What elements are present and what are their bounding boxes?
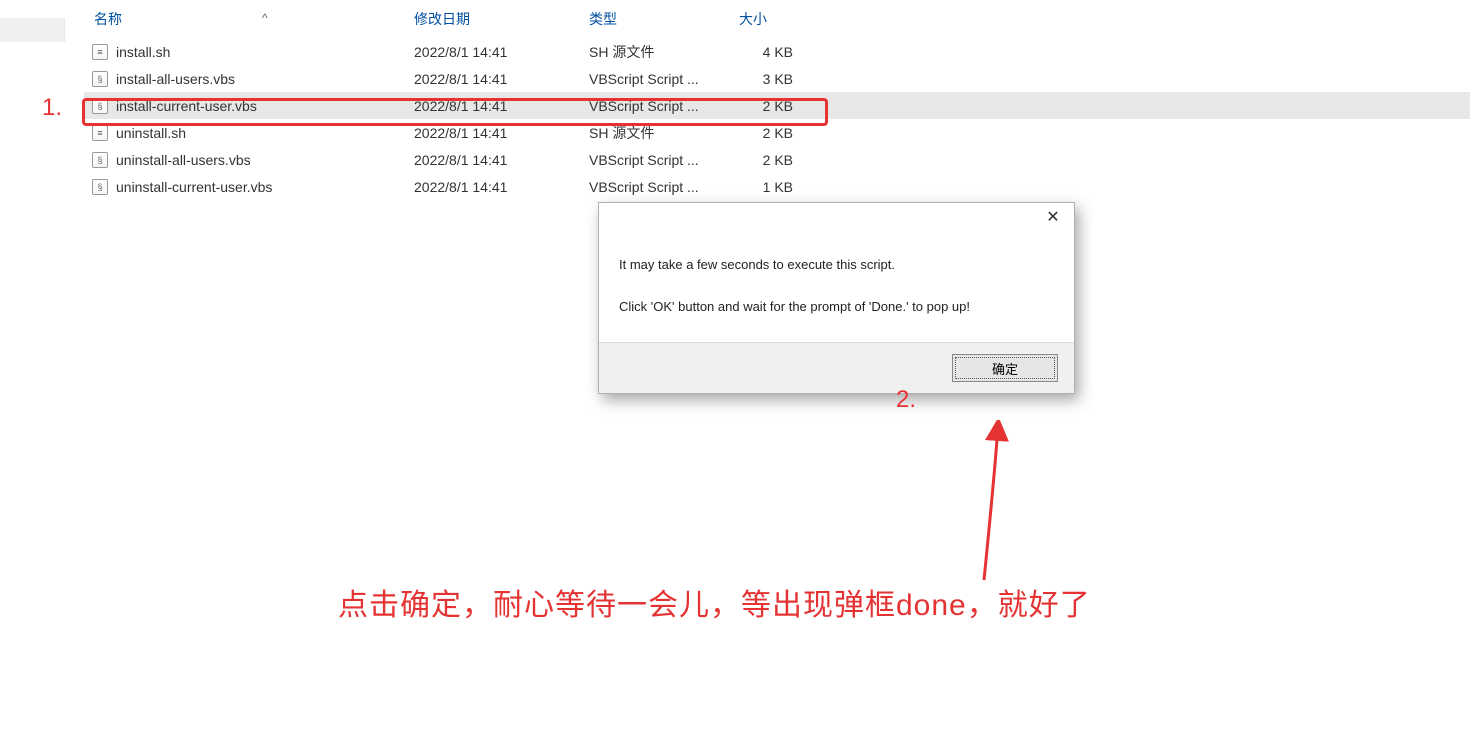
file-name: install-current-user.vbs <box>116 98 257 114</box>
file-size: 2 KB <box>739 125 839 141</box>
file-name: uninstall-current-user.vbs <box>116 179 272 195</box>
dialog-text-line-1: It may take a few seconds to execute thi… <box>619 255 1054 275</box>
file-type: SH 源文件 <box>589 42 739 62</box>
file-name: install.sh <box>116 44 170 60</box>
table-row[interactable]: uninstall-current-user.vbs 2022/8/1 14:41… <box>84 173 1470 200</box>
col-header-type[interactable]: 类型 <box>589 9 739 29</box>
file-size: 2 KB <box>739 98 839 114</box>
close-icon[interactable]: ✕ <box>1032 203 1074 231</box>
file-type: VBScript Script ... <box>589 152 739 168</box>
vbs-file-icon <box>92 179 108 195</box>
annotation-step-1: 1. <box>42 94 62 122</box>
column-headers-row: 名称 ^ 修改日期 类型 大小 <box>84 0 1470 38</box>
col-header-name[interactable]: 名称 ^ <box>84 9 414 29</box>
file-list: 名称 ^ 修改日期 类型 大小 install.sh 2022/8/1 14:41… <box>84 0 1470 200</box>
file-size: 3 KB <box>739 71 839 87</box>
vbs-file-icon <box>92 152 108 168</box>
vbs-file-icon <box>92 71 108 87</box>
ok-button[interactable]: 确定 <box>952 354 1058 382</box>
col-header-size[interactable]: 大小 <box>739 9 839 29</box>
dialog-titlebar: ✕ <box>599 203 1074 235</box>
file-type: VBScript Script ... <box>589 98 739 114</box>
dialog-body: It may take a few seconds to execute thi… <box>599 235 1074 342</box>
table-row[interactable]: install-all-users.vbs 2022/8/1 14:41VBScr… <box>84 65 1470 92</box>
file-date: 2022/8/1 14:41 <box>414 152 589 168</box>
file-type: VBScript Script ... <box>589 71 739 87</box>
file-size: 2 KB <box>739 152 839 168</box>
file-size: 4 KB <box>739 44 839 60</box>
col-header-date[interactable]: 修改日期 <box>414 9 589 29</box>
sort-indicator-icon: ^ <box>262 11 268 25</box>
file-name: uninstall-all-users.vbs <box>116 152 251 168</box>
file-date: 2022/8/1 14:41 <box>414 44 589 60</box>
file-size: 1 KB <box>739 179 839 195</box>
script-prompt-dialog: ✕ It may take a few seconds to execute t… <box>598 202 1075 394</box>
file-date: 2022/8/1 14:41 <box>414 98 589 114</box>
file-date: 2022/8/1 14:41 <box>414 71 589 87</box>
file-name: uninstall.sh <box>116 125 186 141</box>
dialog-text-line-2: Click 'OK' button and wait for the promp… <box>619 297 1054 317</box>
annotation-step-2: 2. <box>896 386 916 414</box>
vbs-file-icon <box>92 98 108 114</box>
file-name: install-all-users.vbs <box>116 71 235 87</box>
dialog-footer: 确定 <box>599 342 1074 393</box>
file-type: VBScript Script ... <box>589 179 739 195</box>
file-date: 2022/8/1 14:41 <box>414 179 589 195</box>
annotation-bottom-note: 点击确定，耐心等待一会儿，等出现弹框done，就好了 <box>338 580 1091 624</box>
sh-file-icon <box>92 44 108 60</box>
sh-file-icon <box>92 125 108 141</box>
col-header-name-label: 名称 <box>94 9 122 29</box>
table-row[interactable]: uninstall.sh 2022/8/1 14:41SH 源文件2 KB <box>84 119 1470 146</box>
annotation-arrow-icon <box>960 420 1040 590</box>
table-row[interactable]: install-current-user.vbs 2022/8/1 14:41VB… <box>84 92 1470 119</box>
table-row[interactable]: install.sh 2022/8/1 14:41SH 源文件4 KB <box>84 38 1470 65</box>
table-row[interactable]: uninstall-all-users.vbs 2022/8/1 14:41VBS… <box>84 146 1470 173</box>
file-type: SH 源文件 <box>589 123 739 143</box>
file-date: 2022/8/1 14:41 <box>414 125 589 141</box>
left-gutter <box>0 18 65 42</box>
